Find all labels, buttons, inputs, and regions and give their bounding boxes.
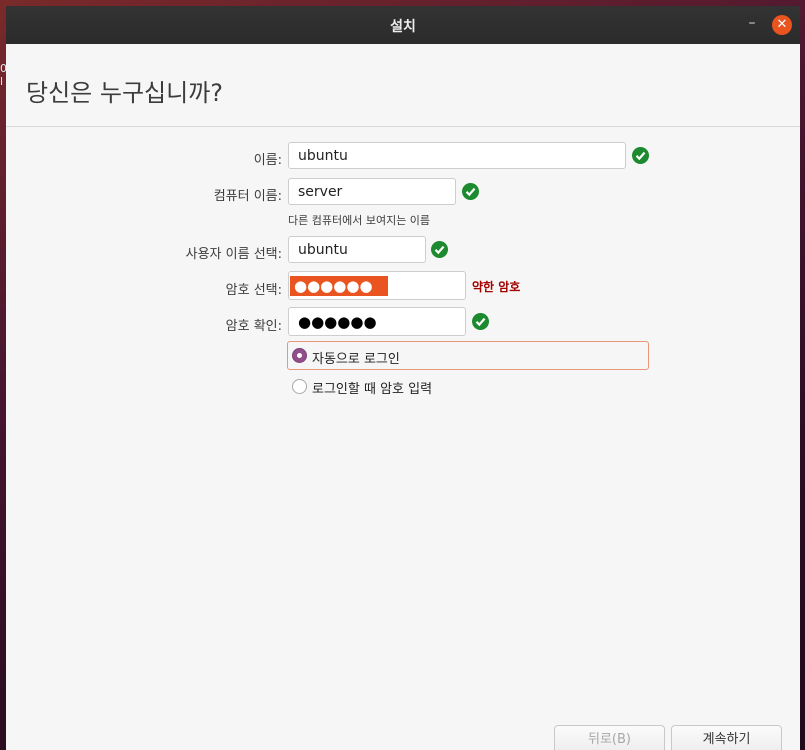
close-icon[interactable]: ✕ — [772, 15, 792, 35]
check-circle-icon — [632, 147, 649, 164]
minimize-icon[interactable]: – — [743, 16, 761, 34]
username-value: ubuntu — [298, 242, 348, 258]
name-field[interactable]: ubuntu — [288, 142, 626, 169]
username-label: 사용자 이름 선택: — [185, 247, 282, 262]
window-title: 설치 — [390, 19, 416, 35]
title-bar: 설치 – ✕ — [6, 6, 800, 45]
confirm-password-value: ●●●●●● — [298, 313, 377, 331]
auto-login-radio[interactable] — [292, 348, 307, 363]
require-password-label[interactable]: 로그인할 때 암호 입력 — [312, 378, 432, 397]
computer-name-label: 컴퓨터 이름: — [213, 189, 282, 204]
computer-name-hint: 다른 컴퓨터에서 보여지는 이름 — [288, 214, 431, 227]
check-circle-icon — [462, 183, 479, 200]
password-label: 암호 선택: — [225, 283, 282, 298]
password-strength: 약한 암호 — [472, 280, 521, 294]
auto-login-label[interactable]: 자동으로 로그인 — [312, 348, 400, 367]
back-button[interactable]: 뒤로(B) — [554, 725, 665, 750]
username-field[interactable]: ubuntu — [288, 236, 426, 263]
password-selection: ●●●●●● — [290, 276, 388, 296]
continue-button[interactable]: 계속하기 — [671, 725, 782, 750]
require-password-radio[interactable] — [292, 379, 307, 394]
check-circle-icon — [472, 313, 489, 330]
password-field[interactable]: ●●●●●● — [288, 271, 466, 300]
password-value: ●●●●●● — [294, 277, 373, 295]
computer-name-value: server — [298, 184, 343, 200]
check-circle-icon — [431, 241, 448, 258]
name-label: 이름: — [253, 153, 282, 168]
computer-name-field[interactable]: server — [288, 178, 456, 205]
installer-window: 설치 – ✕ 당신은 누구십니까? 이름: ubuntu 컴퓨터 이름: ser… — [6, 6, 800, 750]
name-value: ubuntu — [298, 148, 348, 164]
confirm-password-field[interactable]: ●●●●●● — [288, 307, 466, 336]
page-title: 당신은 누구십니까? — [26, 79, 224, 107]
page-header: 당신은 누구십니까? — [6, 44, 800, 127]
confirm-password-label: 암호 확인: — [225, 319, 282, 334]
